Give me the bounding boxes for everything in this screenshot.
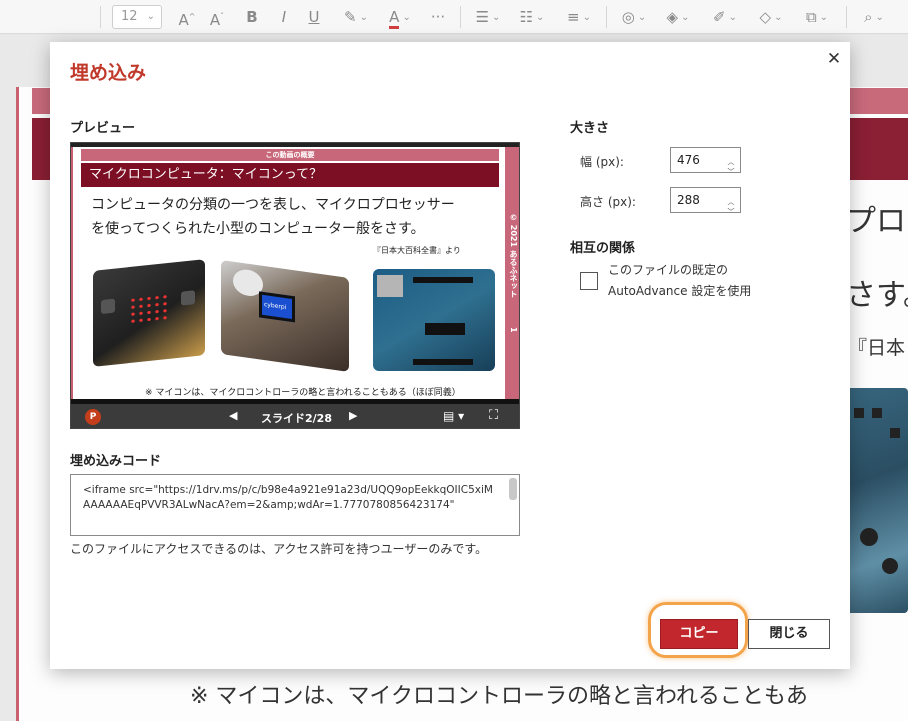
embed-code-text: <iframe src="https://1drv.ms/p/c/b98e4a9… [83, 484, 493, 511]
preview-body-line: コンピュータの分類の一つを表し、マイクロプロセッサー [91, 197, 455, 213]
cyberpi-photo: cyberpi [221, 260, 349, 372]
fullscreen-icon[interactable]: ⛶ [489, 408, 498, 423]
preview-side-band: © 2021 あるふネット 1 [505, 147, 519, 399]
microbit-photo [93, 259, 205, 367]
italic-icon[interactable]: I [276, 6, 292, 28]
preview-page-number: 1 [509, 327, 518, 333]
grow-font-icon[interactable]: A^ [176, 6, 198, 29]
arduino-photo [373, 269, 495, 371]
shapes-icon[interactable]: ◎ ⌄ [616, 6, 652, 28]
dialog-title: 埋め込み [70, 62, 147, 84]
notes-menu-icon[interactable]: ▤ ▾ [443, 409, 464, 423]
embed-code-label: 埋め込みコード [70, 454, 162, 469]
cyberpi-screen: cyberpi [259, 291, 295, 323]
close-button[interactable]: 閉じる [748, 619, 830, 649]
autoadvance-label: このファイルの既定の AutoAdvance 設定を使用 [608, 263, 752, 298]
shrink-font-icon[interactable]: Aˇ [206, 6, 228, 29]
preview-band-top: この動画の概要 [81, 149, 499, 161]
slide-photo [846, 388, 908, 613]
slide-counter: スライド2/28 [261, 412, 332, 425]
ribbon-toolbar: 12 ⌄ A^ Aˇ B I U ✎ ⌄ A ⌄ ··· ☰ ⌄ ☷ ⌄ ≡ ⌄ ◎ ⌄ ◈… [0, 0, 908, 34]
preview-body-text: コンピュータの分類の一つを表し、マイクロプロセッサー を使ってつくられた小型のコ… [91, 193, 455, 241]
preview-body-line: を使ってつくられた小型のコンピューター般をさす。 [91, 221, 425, 237]
slide-preview[interactable]: この動画の概要 マイクロコンピュータ：マイコンって？ © 2021 あるふネット… [70, 142, 520, 429]
embed-dialog: 埋め込み ✕ プレビュー この動画の概要 マイクロコンピュータ：マイコンって？ … [50, 42, 850, 669]
preview-nav-bar: P ◀ スライド2/28 ▶ ▤ ▾ ⛶ [71, 404, 519, 428]
preview-slide-title: マイクロコンピュータ：マイコンって？ [81, 163, 499, 187]
preview-source: 『日本大百科全書』より [373, 246, 461, 255]
preview-note: ※ マイコンは、マイクロコントローラの略と言われることもある（ほぼ同義） [145, 388, 461, 398]
preview-label: プレビュー [70, 121, 136, 136]
ribbon-separator [100, 6, 101, 28]
ribbon-separator [846, 6, 847, 28]
slide-text: 『日本 [848, 337, 906, 359]
spin-down-icon[interactable]: ﹀ [726, 160, 736, 184]
embed-code-textarea[interactable]: <iframe src="https://1drv.ms/p/c/b98e4a9… [70, 474, 520, 536]
height-value: 288 [677, 193, 700, 207]
outline-icon[interactable]: ✐ ⌄ [706, 6, 744, 28]
fill-icon[interactable]: ◈ ⌄ [660, 6, 696, 28]
effects-icon[interactable]: ◇ ⌄ [752, 6, 790, 28]
height-input[interactable]: 288 ︿ ﹀ [670, 187, 741, 216]
width-label: 幅 (px): [580, 155, 624, 169]
spin-down-icon[interactable]: ﹀ [726, 200, 736, 224]
width-input[interactable]: 476 ︿ ﹀ [670, 147, 741, 176]
arrange-icon[interactable]: ⧉ ⌄ [798, 6, 836, 28]
ribbon-separator [460, 6, 461, 28]
ribbon-separator [606, 6, 607, 28]
align-icon[interactable]: ≡ ⌄ [560, 6, 598, 28]
previous-slide-button[interactable]: ◀ [229, 409, 237, 422]
close-icon[interactable]: ✕ [823, 48, 845, 70]
height-label: 高さ (px): [580, 195, 636, 209]
preview-slide: この動画の概要 マイクロコンピュータ：マイコンって？ © 2021 あるふネット… [71, 147, 519, 399]
width-value: 476 [677, 153, 700, 167]
font-color-icon[interactable]: A ⌄ [382, 6, 418, 29]
scrollbar-thumb[interactable] [509, 478, 517, 500]
font-size-dropdown[interactable]: 12 ⌄ [112, 5, 162, 29]
powerpoint-logo-icon: P [85, 409, 101, 425]
bold-icon[interactable]: B [244, 6, 260, 28]
interaction-label: 相互の関係 [570, 241, 636, 256]
underline-icon[interactable]: U [306, 6, 322, 28]
bullets-icon[interactable]: ☰ ⌄ [470, 6, 506, 28]
access-note: このファイルにアクセスできるのは、アクセス許可を持つユーザーのみです。 [70, 542, 488, 556]
more-icon[interactable]: ··· [426, 6, 450, 28]
highlight-icon[interactable]: ✎ ⌄ [338, 6, 374, 28]
slide-text: プロ [846, 204, 906, 239]
autoadvance-checkbox[interactable] [580, 272, 598, 290]
font-size-value: 12 [121, 9, 138, 24]
copy-button[interactable]: コピー [660, 619, 738, 649]
slide-text: さす。 [846, 278, 908, 313]
preview-copyright: © 2021 あるふネット [509, 213, 518, 299]
chevron-down-icon: ⌄ [146, 11, 155, 22]
size-label: 大きさ [570, 121, 610, 136]
slide-caption: ※ マイコンは、マイクロコントローラの略と言われることもあ [190, 684, 808, 709]
find-icon[interactable]: ⌕ ⌄ [856, 6, 892, 28]
next-slide-button[interactable]: ▶ [349, 409, 357, 422]
numbering-icon[interactable]: ☷ ⌄ [514, 6, 550, 28]
